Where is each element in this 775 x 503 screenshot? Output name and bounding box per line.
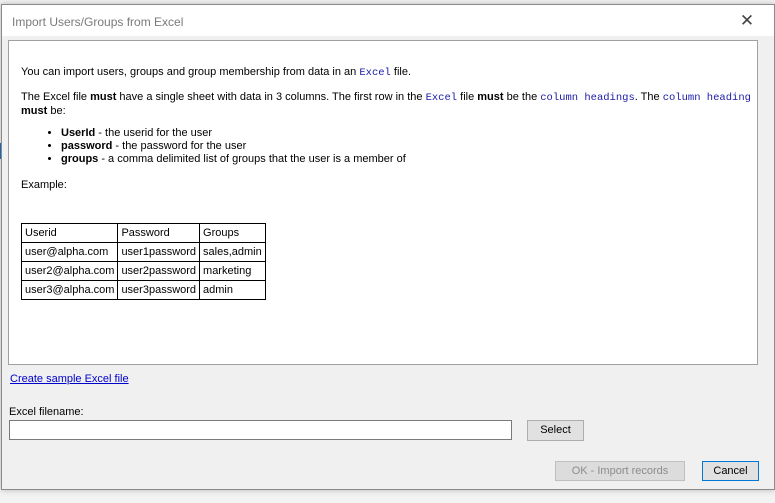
close-icon[interactable]: ✕ — [732, 8, 762, 34]
table-cell: user3password — [117, 280, 201, 300]
example-label: Example: — [21, 179, 67, 191]
intro-code: Excel — [359, 67, 391, 79]
field-name: password — [61, 140, 113, 152]
table-cell: user1password — [117, 242, 201, 262]
dialog-title: Import Users/Groups from Excel — [12, 15, 184, 29]
filename-input[interactable] — [9, 420, 512, 440]
field-list: UserId - the userid for the user passwor… — [21, 127, 406, 166]
field-name: UserId — [61, 127, 96, 139]
instructions-panel: You can import users, groups and group m… — [8, 40, 758, 365]
req-text: be the — [503, 91, 541, 103]
example-table: Userid Password Groups user@alpha.com us… — [20, 223, 266, 300]
intro-prefix: You can import users, groups and group m… — [21, 66, 360, 78]
req-code: Excel — [425, 92, 458, 104]
column-header: Password — [117, 223, 201, 243]
intro-text: You can import users, groups and group m… — [21, 66, 411, 79]
table-row: user@alpha.com user1password sales,admin — [20, 242, 266, 262]
list-item: groups - a comma delimited list of group… — [61, 153, 406, 166]
column-header: Userid — [20, 223, 119, 243]
column-header: Groups — [199, 223, 266, 243]
select-button[interactable]: Select — [527, 420, 584, 441]
req-text: The Excel file — [21, 91, 91, 103]
table-row: user2@alpha.com user2password marketing — [20, 261, 266, 281]
table-row: user3@alpha.com user3password admin — [20, 280, 266, 300]
field-name: groups — [61, 153, 99, 165]
import-dialog: Import Users/Groups from Excel ✕ You can… — [1, 4, 775, 490]
req-text: have a single sheet with data in 3 colum… — [116, 91, 426, 103]
field-desc: - a comma delimited list of groups that … — [98, 153, 406, 165]
table-cell: user3@alpha.com — [20, 280, 119, 300]
table-cell: admin — [199, 280, 266, 300]
req-text: file — [457, 91, 478, 103]
table-header-row: Userid Password Groups — [20, 223, 266, 243]
table-cell: user2password — [117, 261, 201, 281]
intro-suffix: file. — [390, 66, 412, 78]
table-cell: sales,admin — [199, 242, 266, 262]
req-code: column heading — [662, 92, 751, 104]
req-text: be: — [47, 105, 66, 117]
cancel-button[interactable]: Cancel — [702, 461, 759, 481]
field-desc: - the userid for the user — [95, 127, 213, 139]
requirements-text: The Excel file must have a single sheet … — [21, 91, 753, 118]
table-cell: marketing — [199, 261, 266, 281]
req-text: . The — [634, 91, 663, 103]
req-must: must — [477, 91, 504, 103]
filename-label: Excel filename: — [9, 406, 84, 418]
dialog-titlebar: Import Users/Groups from Excel ✕ — [2, 5, 774, 36]
list-item: password - the password for the user — [61, 140, 406, 153]
table-cell: user2@alpha.com — [20, 261, 119, 281]
req-must: must — [90, 91, 117, 103]
ok-import-button[interactable]: OK - Import records — [555, 461, 685, 481]
table-cell: user@alpha.com — [20, 242, 119, 262]
field-desc: - the password for the user — [112, 140, 247, 152]
create-sample-link[interactable]: Create sample Excel file — [10, 373, 129, 385]
req-must: must — [21, 105, 48, 117]
list-item: UserId - the userid for the user — [61, 127, 406, 140]
req-code: column headings — [540, 92, 635, 104]
